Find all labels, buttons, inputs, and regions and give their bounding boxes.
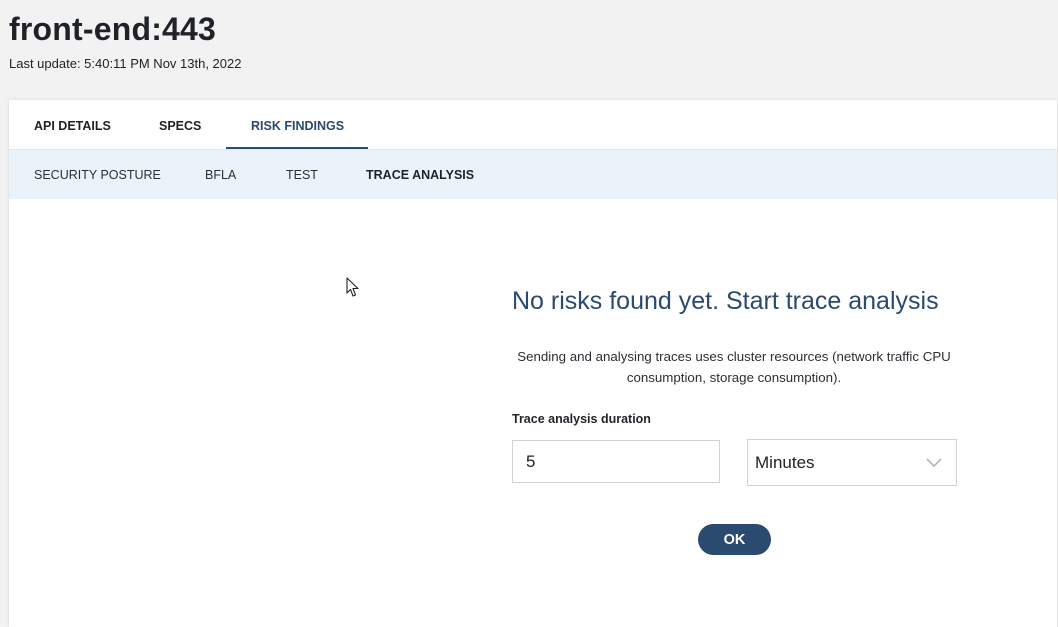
duration-input[interactable] [512,440,720,483]
last-update-text: Last update: 5:40:11 PM Nov 13th, 2022 [9,56,242,71]
main-tabs: API DETAILS SPECS RISK FINDINGS [9,100,1058,150]
mouse-pointer-icon [346,277,359,297]
active-tab-indicator [226,147,368,149]
tab-specs[interactable]: SPECS [159,100,201,149]
duration-unit-select[interactable]: Minutes [747,439,957,486]
subtab-security-posture[interactable]: SECURITY POSTURE [34,150,161,199]
page-title: front-end:443 [9,11,217,47]
duration-label: Trace analysis duration [512,412,651,426]
subtab-test[interactable]: TEST [286,150,318,199]
subtab-bfla[interactable]: BFLA [205,150,236,199]
details-card: API DETAILS SPECS RISK FINDINGS SECURITY… [9,100,1058,627]
subtab-trace-analysis[interactable]: TRACE ANALYSIS [366,150,474,199]
duration-unit-value: Minutes [755,453,815,472]
chevron-down-icon [926,458,942,468]
tab-risk-findings[interactable]: RISK FINDINGS [251,100,344,149]
tab-api-details[interactable]: API DETAILS [34,100,111,149]
sub-tabs: SECURITY POSTURE BFLA TEST TRACE ANALYSI… [9,150,1058,199]
ok-button[interactable]: OK [698,524,771,555]
empty-state-title: No risks found yet. Start trace analysis [512,287,939,315]
empty-state-description: Sending and analysing traces uses cluste… [517,349,951,385]
